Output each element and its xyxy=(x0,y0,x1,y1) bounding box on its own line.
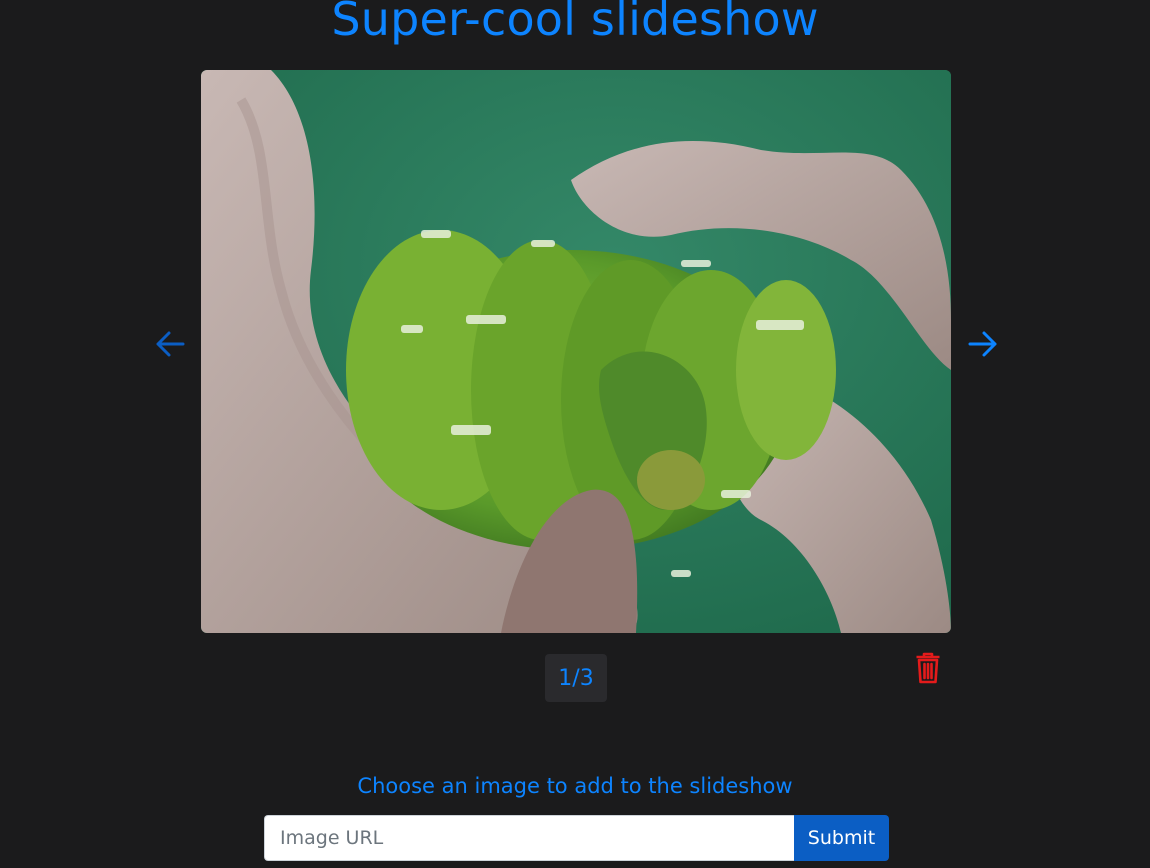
arrow-right-icon xyxy=(968,331,997,357)
delete-slide-button[interactable] xyxy=(912,650,944,686)
slideshow-page: Super-cool slideshow 1/3 Choose an image… xyxy=(0,0,1150,868)
trash-icon xyxy=(916,652,940,684)
slide-counter: 1/3 xyxy=(545,654,607,702)
image-url-input[interactable] xyxy=(264,815,795,861)
add-image-label: Choose an image to add to the slideshow xyxy=(357,774,793,798)
slide-image xyxy=(201,70,951,633)
submit-button[interactable]: Submit xyxy=(794,815,889,861)
snake-photo xyxy=(201,70,951,633)
previous-slide-button[interactable] xyxy=(148,322,192,366)
next-slide-button[interactable] xyxy=(961,322,1005,366)
page-title: Super-cool slideshow xyxy=(331,0,819,46)
arrow-left-icon xyxy=(156,331,185,357)
